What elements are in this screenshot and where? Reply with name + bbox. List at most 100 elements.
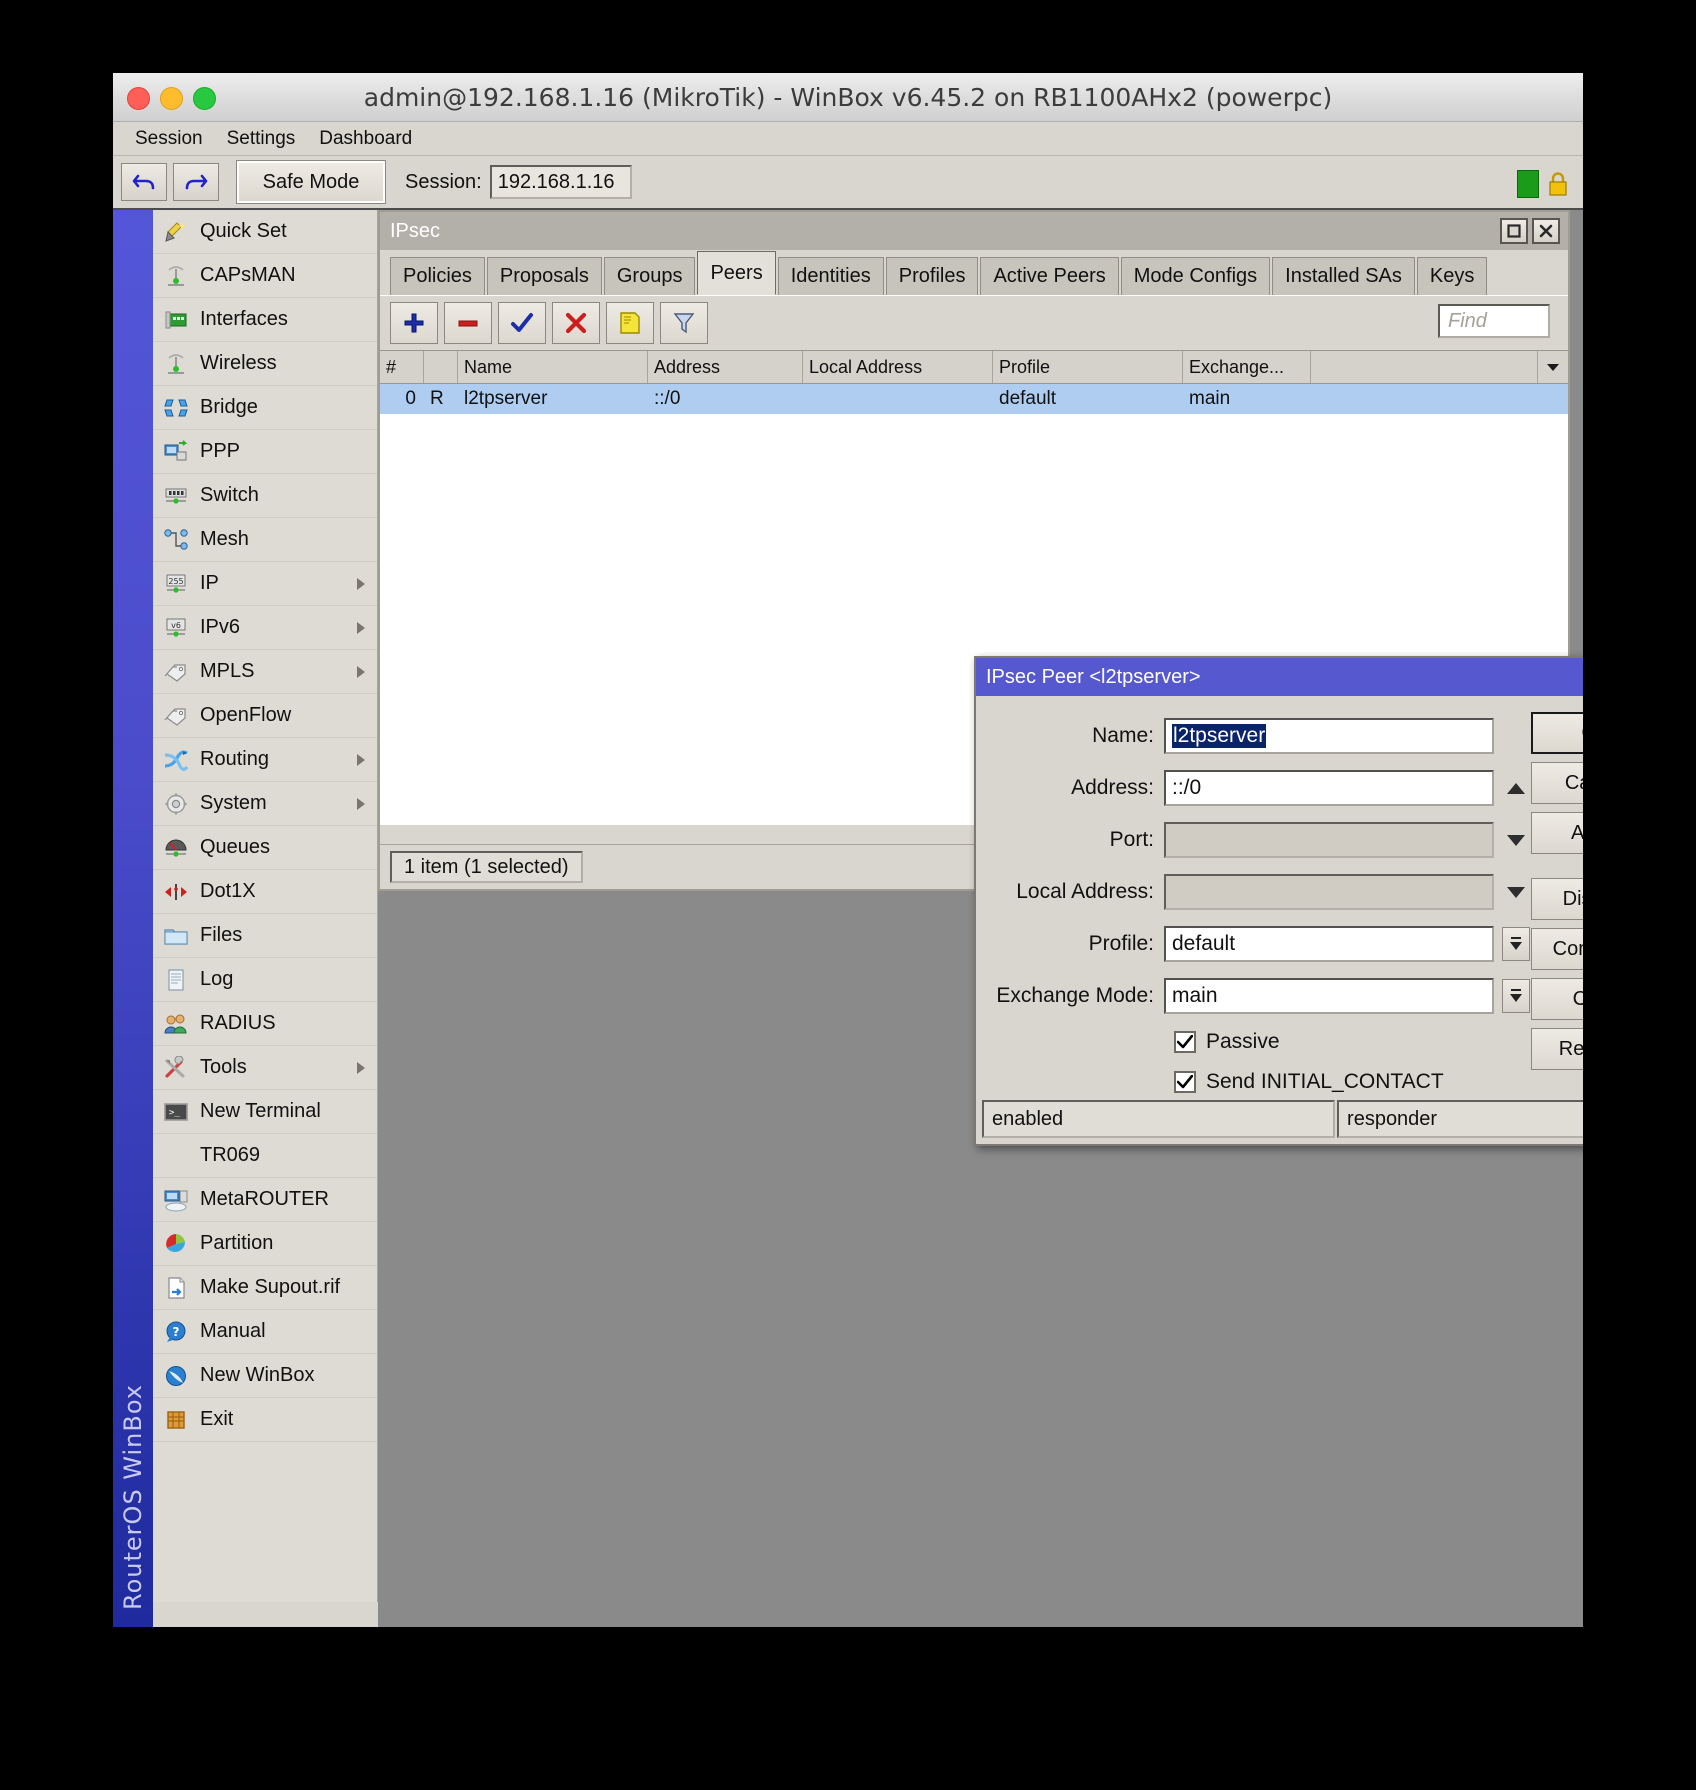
tab-profiles[interactable]: Profiles [885, 257, 979, 295]
profile-input[interactable]: default [1164, 926, 1494, 962]
copy-button[interactable]: Copy [1531, 978, 1583, 1020]
session-address-value[interactable]: 192.168.1.16 [489, 165, 632, 199]
column-header[interactable]: Profile [993, 351, 1183, 383]
ip-255-icon: 255 [161, 571, 191, 597]
redo-icon[interactable] [173, 163, 219, 201]
checkbox-label: Passive [1206, 1030, 1280, 1053]
comment-button[interactable]: Comment [1531, 928, 1583, 970]
sidebar-item-new-winbox[interactable]: New WinBox [153, 1354, 377, 1398]
close-icon[interactable] [1532, 218, 1560, 244]
maximize-icon[interactable] [1500, 218, 1528, 244]
menu-session[interactable]: Session [123, 125, 215, 153]
tab-peers[interactable]: Peers [697, 251, 776, 295]
sidebar-item-files[interactable]: Files [153, 914, 377, 958]
tab-mode-configs[interactable]: Mode Configs [1120, 257, 1271, 295]
sidebar-item-dot1x[interactable]: Dot1X [153, 870, 377, 914]
sidebar-item-make-supout-rif[interactable]: Make Supout.rif [153, 1266, 377, 1310]
menu-settings[interactable]: Settings [215, 125, 308, 153]
chevron-down-icon[interactable] [1502, 823, 1530, 857]
enable-icon[interactable] [498, 302, 546, 344]
cancel-button[interactable]: Cancel [1531, 762, 1583, 804]
sidebar-item-log[interactable]: Log [153, 958, 377, 1002]
dialog-status-enabled: enabled [982, 1100, 1336, 1138]
sidebar-item-ppp[interactable]: PPP [153, 430, 377, 474]
add-icon[interactable] [390, 302, 438, 344]
filter-icon[interactable] [660, 302, 708, 344]
sidebar-item-quick-set[interactable]: Quick Set [153, 210, 377, 254]
sidebar-item-routing[interactable]: Routing [153, 738, 377, 782]
address-input[interactable]: ::/0 [1164, 770, 1494, 806]
checkbox-row[interactable]: Passive [976, 1022, 1531, 1062]
sidebar-item-new-terminal[interactable]: >_ New Terminal [153, 1090, 377, 1134]
checkbox-row[interactable]: Send INITIAL_CONTACT [976, 1062, 1531, 1102]
table-row[interactable]: 0 Rl2tpserver::/0 default main [380, 384, 1568, 414]
column-header[interactable]: # [380, 351, 424, 383]
sidebar-item-mesh[interactable]: Mesh [153, 518, 377, 562]
sidebar-item-openflow[interactable]: OpenFlow [153, 694, 377, 738]
sidebar-item-radius[interactable]: RADIUS [153, 1002, 377, 1046]
gear-icon [161, 791, 191, 817]
sidebar-menu-list: Quick Set CAPsMAN Interfaces Wireless Bridge… [153, 210, 378, 1602]
mac-titlebar: admin@192.168.1.16 (MikroTik) - WinBox v… [113, 73, 1583, 122]
sidebar-item-queues[interactable]: Queues [153, 826, 377, 870]
undo-icon[interactable] [121, 163, 167, 201]
tab-active-peers[interactable]: Active Peers [980, 257, 1119, 295]
sidebar-item-wireless[interactable]: Wireless [153, 342, 377, 386]
sidebar-item-manual[interactable]: ? Manual [153, 1310, 377, 1354]
sidebar-item-partition[interactable]: Partition [153, 1222, 377, 1266]
tab-installed-sas[interactable]: Installed SAs [1272, 257, 1415, 295]
tab-keys[interactable]: Keys [1416, 257, 1488, 295]
safe-mode-button[interactable]: Safe Mode [236, 160, 386, 204]
sidebar-item-mpls[interactable]: MPLS [153, 650, 377, 694]
dropdown-toggle-icon[interactable] [1502, 927, 1530, 961]
sidebar-item-label: Wireless [200, 352, 277, 374]
pie-icon [161, 1231, 191, 1257]
comment-icon[interactable] [606, 302, 654, 344]
chevron-down-icon[interactable] [1502, 875, 1530, 909]
disable-button[interactable]: Disable [1531, 878, 1583, 920]
sidebar-item-ip[interactable]: 255 IP [153, 562, 377, 606]
sidebar-item-switch[interactable]: Switch [153, 474, 377, 518]
sidebar-item-metarouter[interactable]: MetaROUTER [153, 1178, 377, 1222]
tab-groups[interactable]: Groups [603, 257, 696, 295]
find-input[interactable]: Find [1438, 304, 1550, 338]
apply-button[interactable]: Apply [1531, 812, 1583, 854]
field-row: Exchange Mode: main [976, 970, 1531, 1022]
tab-identities[interactable]: Identities [777, 257, 884, 295]
field-label: Port: [1109, 828, 1154, 851]
column-header[interactable]: Address [648, 351, 803, 383]
sidebar-item-interfaces[interactable]: Interfaces [153, 298, 377, 342]
remove-icon[interactable] [444, 302, 492, 344]
chevron-down-icon[interactable] [1538, 351, 1568, 383]
sidebar-item-exit[interactable]: Exit [153, 1398, 377, 1442]
cell-flags: R [430, 388, 444, 409]
sidebar-item-capsman[interactable]: CAPsMAN [153, 254, 377, 298]
disable-icon[interactable] [552, 302, 600, 344]
chevron-up-icon[interactable] [1502, 771, 1530, 805]
sidebar-item-ipv6[interactable]: v6 IPv6 [153, 606, 377, 650]
sidebar-item-tr069[interactable]: TR069 [153, 1134, 377, 1178]
dialog-title: IPsec Peer <l2tpserver> [986, 665, 1201, 688]
dialog-action-buttons: OK Cancel Apply Disable Comment Copy Remove [1531, 710, 1583, 1102]
tab-proposals[interactable]: Proposals [486, 257, 602, 295]
column-header[interactable] [424, 351, 458, 383]
column-header[interactable]: Exchange... [1183, 351, 1311, 383]
name-input[interactable]: l2tpserver [1164, 718, 1494, 754]
remove-button[interactable]: Remove [1531, 1028, 1583, 1070]
sidebar-item-tools[interactable]: Tools [153, 1046, 377, 1090]
ok-button[interactable]: OK [1531, 712, 1583, 754]
cell-name: l2tpserver [464, 388, 548, 409]
column-header[interactable]: Name [458, 351, 648, 383]
lock-icon[interactable] [1547, 171, 1569, 197]
sidebar-item-label: Dot1X [200, 880, 256, 902]
dropdown-toggle-icon[interactable] [1502, 979, 1530, 1013]
column-header[interactable]: Local Address [803, 351, 993, 383]
sidebar-item-system[interactable]: System [153, 782, 377, 826]
exchange-mode-input[interactable]: main [1164, 978, 1494, 1014]
passive-checkbox[interactable] [1174, 1031, 1196, 1053]
send-initial-contact-checkbox[interactable] [1174, 1071, 1196, 1093]
menu-dashboard[interactable]: Dashboard [307, 125, 424, 153]
tab-policies[interactable]: Policies [390, 257, 485, 295]
sidebar-item-bridge[interactable]: Bridge [153, 386, 377, 430]
winbox-icon [161, 1363, 191, 1389]
